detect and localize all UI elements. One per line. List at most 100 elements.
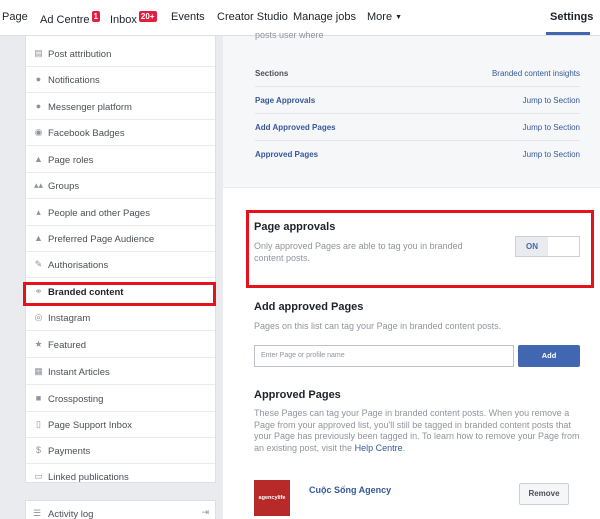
nav-creator-studio[interactable]: Creator Studio xyxy=(217,11,288,23)
list-icon: ☰ xyxy=(33,508,42,518)
people-icon: ▴ xyxy=(36,207,41,217)
sidebar-item-branded-content[interactable]: ⚭ Branded content xyxy=(26,279,215,305)
page-approvals-toggle[interactable]: ON xyxy=(515,236,580,257)
sidebar-item-instant-articles[interactable]: ▦ Instant Articles xyxy=(26,359,215,385)
sidebar-item-label: Post attribution xyxy=(48,49,112,60)
description-period: . xyxy=(402,442,406,453)
sidebar-item-label: Featured xyxy=(48,340,87,351)
handshake-icon: ⚭ xyxy=(34,286,43,296)
settings-sidebar: ▤ Post attribution ● Notifications ● Messen… xyxy=(25,36,216,483)
dollar-icon: $ xyxy=(35,445,41,455)
add-button[interactable]: Add xyxy=(518,345,580,367)
agency-avatar[interactable]: agencylife xyxy=(254,480,290,516)
inbox-icon: ▯ xyxy=(36,419,41,429)
sidebar-item-page-support-inbox[interactable]: ▯ Page Support Inbox xyxy=(26,412,215,438)
toggle-on-label: ON xyxy=(516,237,548,256)
instagram-icon: ◎ xyxy=(34,312,43,322)
sidebar-item-messenger-platform[interactable]: ● Messenger platform xyxy=(26,94,215,120)
sidebar-item-label: Preferred Page Audience xyxy=(48,234,155,245)
sidebar-item-featured[interactable]: ★ Featured xyxy=(26,332,215,358)
nav-settings[interactable]: Settings xyxy=(550,11,593,23)
page-name-input[interactable]: Enter Page or profile name xyxy=(254,345,514,367)
groups-icon: ▴▴ xyxy=(33,180,44,190)
wrench-icon: ✎ xyxy=(34,259,43,269)
sidebar-item-facebook-badges[interactable]: ◉ Facebook Badges xyxy=(26,120,215,146)
main-content: posts user where Sections Branded conten… xyxy=(223,30,600,519)
document-icon: ▭ xyxy=(34,471,43,481)
sidebar-item-label: Branded content xyxy=(48,287,124,298)
sidebar-item-linked-publications[interactable]: ▭ Linked publications xyxy=(26,464,215,490)
nav-manage-jobs[interactable]: Manage jobs xyxy=(293,11,356,23)
inbox-badge: 20+ xyxy=(138,11,157,22)
ad-centre-badge: 1 xyxy=(91,11,100,22)
caret-down-icon: ▼ xyxy=(395,14,402,21)
branded-content-insights-link[interactable]: Branded content insights xyxy=(492,69,580,78)
nav-ad-centre-label: Ad Centre xyxy=(40,14,90,26)
truncated-text: posts user where xyxy=(255,30,324,40)
approved-pages-description-text: These Pages can tag your Page in branded… xyxy=(254,408,580,453)
section-row: Add Approved Pages Jump to Section xyxy=(255,114,580,141)
sidebar-item-label: Facebook Badges xyxy=(48,128,125,139)
sections-panel: posts user where Sections Branded conten… xyxy=(223,30,600,188)
nav-inbox-label: Inbox xyxy=(110,14,137,26)
video-icon: ■ xyxy=(35,393,42,403)
jump-to-section-link[interactable]: Jump to Section xyxy=(523,150,580,159)
section-page-approvals-link[interactable]: Page Approvals xyxy=(255,96,315,105)
person-icon: ▲ xyxy=(34,154,43,164)
article-icon: ▦ xyxy=(34,366,43,376)
post-attribution-icon: ▤ xyxy=(34,48,43,58)
section-row: Page Approvals Jump to Section xyxy=(255,87,580,114)
sidebar-item-label: Payments xyxy=(48,446,91,457)
nav-events[interactable]: Events xyxy=(171,11,205,23)
nav-inbox[interactable]: Inbox 20+ xyxy=(110,11,157,26)
page-approvals-title: Page approvals xyxy=(254,221,336,233)
star-icon: ★ xyxy=(34,339,43,349)
sidebar-item-notifications[interactable]: ● Notifications xyxy=(26,67,215,93)
nav-ad-centre[interactable]: Ad Centre 1 xyxy=(40,11,100,26)
jump-to-section-link[interactable]: Jump to Section xyxy=(523,96,580,105)
badge-icon: ◉ xyxy=(34,127,43,137)
sidebar-item-label: Activity log xyxy=(48,509,94,519)
sidebar-item-label: Page roles xyxy=(48,155,94,166)
sidebar-item-activity-log[interactable]: ☰ Activity log ⇥ xyxy=(25,500,216,519)
section-add-approved-pages-link[interactable]: Add Approved Pages xyxy=(255,123,336,132)
audience-icon: ▲ xyxy=(34,233,43,243)
sidebar-item-page-roles[interactable]: ▲ Page roles xyxy=(26,147,215,173)
add-approved-pages-description: Pages on this list can tag your Page in … xyxy=(254,321,502,331)
jump-to-section-link[interactable]: Jump to Section xyxy=(523,123,580,132)
sidebar-item-crossposting[interactable]: ■ Crossposting xyxy=(26,386,215,412)
active-tab-indicator xyxy=(546,32,590,35)
nav-more-label: More xyxy=(367,11,393,23)
sidebar-item-groups[interactable]: ▴▴ Groups xyxy=(26,173,215,199)
help-centre-link[interactable]: Help Centre xyxy=(355,443,403,453)
open-external-icon: ⇥ xyxy=(201,507,209,517)
sidebar-item-label: Groups xyxy=(48,181,80,192)
sidebar-item-payments[interactable]: $ Payments xyxy=(26,438,215,464)
sidebar-item-authorisations[interactable]: ✎ Authorisations xyxy=(26,252,215,278)
sidebar-item-label: Page Support Inbox xyxy=(48,420,132,431)
sidebar-item-label: Authorisations xyxy=(48,260,109,271)
approved-pages-description: These Pages can tag your Page in branded… xyxy=(254,408,584,454)
sidebar-item-label: Instant Articles xyxy=(48,367,110,378)
sidebar-item-label: Messenger platform xyxy=(48,102,132,113)
section-approved-pages-link[interactable]: Approved Pages xyxy=(255,150,318,159)
add-approved-pages-title: Add approved Pages xyxy=(254,301,364,313)
sidebar-item-people-and-other-pages[interactable]: ▴ People and other Pages xyxy=(26,200,215,226)
section-row: Approved Pages Jump to Section xyxy=(255,141,580,168)
sidebar-item-label: Linked publications xyxy=(48,472,129,483)
messenger-icon: ● xyxy=(35,101,42,111)
sidebar-item-preferred-page-audience[interactable]: ▲ Preferred Page Audience xyxy=(26,226,215,252)
sidebar-item-label: People and other Pages xyxy=(48,208,150,219)
sidebar-item-post-attribution[interactable]: ▤ Post attribution xyxy=(26,41,215,67)
sidebar-item-instagram[interactable]: ◎ Instagram xyxy=(26,305,215,331)
sidebar-item-label: Instagram xyxy=(48,313,91,324)
remove-button[interactable]: Remove xyxy=(519,483,569,505)
nav-page[interactable]: Page xyxy=(2,11,28,23)
page-approvals-description: Only approved Pages are able to tag you … xyxy=(254,241,463,263)
approved-page-name[interactable]: Cuộc Sống Agency xyxy=(309,485,391,495)
approved-pages-title: Approved Pages xyxy=(254,389,341,401)
sidebar-item-label: Notifications xyxy=(48,75,100,86)
nav-more[interactable]: More ▼ xyxy=(367,11,402,23)
globe-icon: ● xyxy=(35,74,42,84)
sections-header: Sections Branded content insights xyxy=(255,60,580,87)
